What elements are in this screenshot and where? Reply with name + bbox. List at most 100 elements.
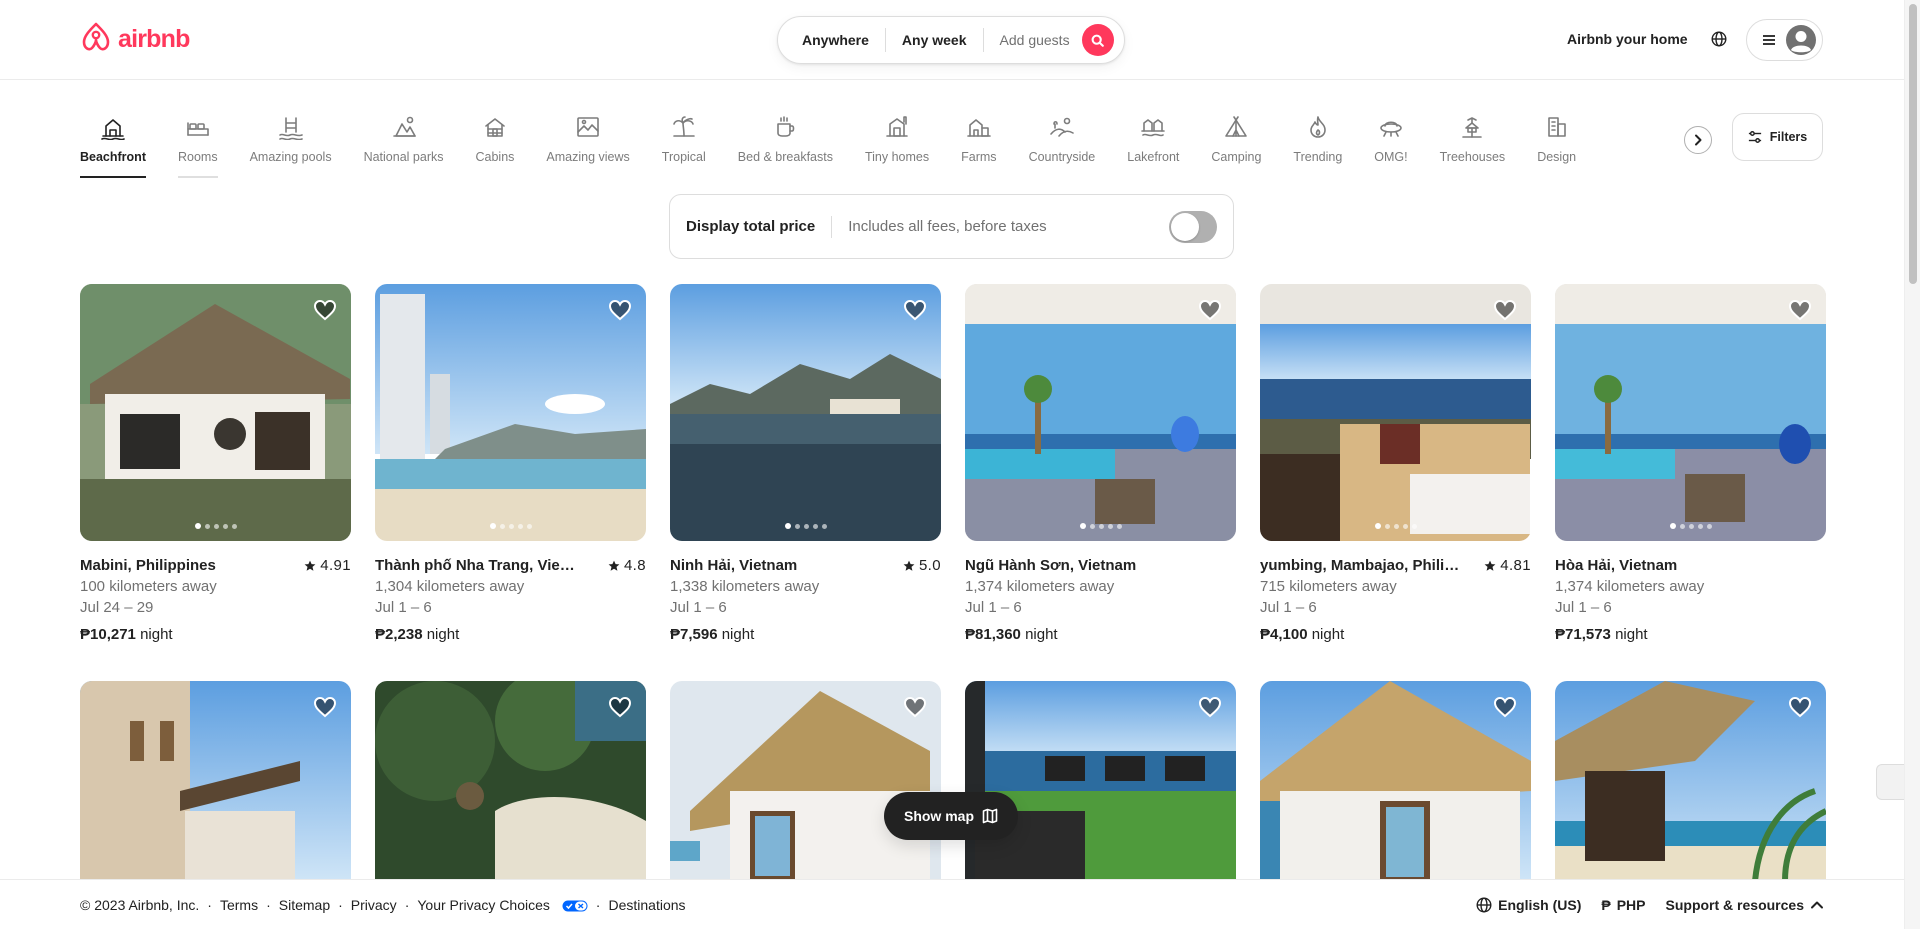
category-tab-amazing-pools[interactable]: Amazing pools xyxy=(250,110,332,178)
listing-price-unit: night xyxy=(1615,626,1648,643)
listing-image xyxy=(80,284,351,541)
footer-link-privacy-choices[interactable]: Your Privacy Choices xyxy=(417,897,588,913)
category-tab-national-parks[interactable]: National parks xyxy=(364,110,443,178)
category-tab-countryside[interactable]: Countryside xyxy=(1029,110,1095,178)
category-label: Tropical xyxy=(661,150,706,164)
category-tab-tropical[interactable]: Tropical xyxy=(662,110,706,178)
listing-distance: 1,304 kilometers away xyxy=(375,578,525,595)
airbnb-logo[interactable]: airbnb xyxy=(80,22,190,56)
language-button[interactable] xyxy=(1708,28,1730,50)
show-map-button[interactable]: Show map xyxy=(884,792,1018,840)
listing-photo[interactable] xyxy=(80,681,351,881)
heart-icon[interactable] xyxy=(1788,695,1812,719)
user-menu-button[interactable] xyxy=(1746,19,1823,61)
category-tab-farms[interactable]: Farms xyxy=(961,110,997,178)
listing-photo[interactable] xyxy=(965,681,1236,881)
total-price-toggle[interactable] xyxy=(1169,210,1217,243)
heart-icon[interactable] xyxy=(608,695,632,719)
category-tab-rooms[interactable]: Rooms xyxy=(177,110,218,178)
design-icon xyxy=(1547,117,1566,137)
category-tab-camping[interactable]: Camping xyxy=(1211,110,1261,178)
listing-photo[interactable] xyxy=(375,681,646,881)
footer-separator: · xyxy=(338,896,343,913)
listing-photo[interactable] xyxy=(1555,284,1826,541)
category-tab-cabins[interactable]: Cabins xyxy=(475,110,514,178)
category-tab-design[interactable]: Design xyxy=(1537,110,1576,178)
park-icon xyxy=(392,116,416,137)
listing-photo[interactable] xyxy=(1260,284,1531,541)
heart-icon[interactable] xyxy=(1788,298,1812,322)
heart-icon[interactable] xyxy=(313,298,337,322)
listing-card[interactable]: Mabini, Philippines 4.91 100 kilometers aw… xyxy=(80,284,351,645)
category-tab-trending[interactable]: Trending xyxy=(1293,110,1342,178)
search-bar[interactable]: Anywhere Any week Add guests xyxy=(777,16,1125,64)
listing-info: yumbing, Mambajao, Philippi... 4.81 715 ki… xyxy=(1260,555,1531,645)
footer-language-button[interactable]: English (US) xyxy=(1476,897,1581,913)
category-tab-beachfront[interactable]: Beachfront xyxy=(80,110,146,178)
search-any-week[interactable]: Any week xyxy=(886,32,983,48)
airbnb-your-home-link[interactable]: Airbnb your home xyxy=(1567,31,1688,47)
category-tab-treehouses[interactable]: Treehouses xyxy=(1440,110,1505,178)
footer-currency-button[interactable]: ₱ PHP xyxy=(1601,897,1645,913)
listing-info: Thành phố Nha Trang, Vietnam 4.8 1,304 kil… xyxy=(375,555,646,645)
listing-card[interactable]: Ninh Hải, Vietnam 5.0 1,338 kilometers awa… xyxy=(670,284,941,645)
category-tab-lakefront[interactable]: Lakefront xyxy=(1127,110,1179,178)
listing-card[interactable]: Thành phố Nha Trang, Vietnam 4.8 1,304 kil… xyxy=(375,284,646,645)
footer-link-terms[interactable]: Terms xyxy=(220,897,258,913)
listing-image xyxy=(670,284,941,541)
listing-image xyxy=(80,681,351,881)
lakefront-icon xyxy=(1141,119,1166,137)
footer-support-button[interactable]: Support & resources xyxy=(1666,897,1824,913)
heart-icon[interactable] xyxy=(1198,695,1222,719)
listing-card[interactable] xyxy=(1260,681,1531,881)
listing-card[interactable] xyxy=(965,681,1236,881)
search-anywhere[interactable]: Anywhere xyxy=(778,32,885,48)
airbnb-wordmark: airbnb xyxy=(118,24,190,53)
listing-info: Ninh Hải, Vietnam 5.0 1,338 kilometers awa… xyxy=(670,555,941,645)
page-scrollbar[interactable] xyxy=(1904,0,1920,929)
category-tab-amazing-views[interactable]: Amazing views xyxy=(546,110,630,178)
listing-card[interactable]: Ngũ Hành Sơn, Vietnam 1,374 kilometers aw… xyxy=(965,284,1236,645)
listing-rating: 4.8 xyxy=(608,555,646,576)
listing-photo[interactable] xyxy=(375,284,646,541)
category-tab-omg[interactable]: OMG! xyxy=(1374,110,1408,178)
listing-card[interactable] xyxy=(1555,681,1826,881)
category-tab-bed-breakfasts[interactable]: Bed & breakfasts xyxy=(738,110,833,178)
heart-icon[interactable] xyxy=(313,695,337,719)
listing-image xyxy=(375,284,646,541)
category-label: Beachfront xyxy=(80,150,146,164)
side-widget-tab[interactable] xyxy=(1876,764,1904,800)
tent-icon xyxy=(1225,116,1248,137)
listing-photo[interactable] xyxy=(80,284,351,541)
listing-card[interactable]: yumbing, Mambajao, Philippi... 4.81 715 ki… xyxy=(1260,284,1531,645)
footer-link-destinations[interactable]: Destinations xyxy=(608,897,685,913)
listing-photo[interactable] xyxy=(1555,681,1826,881)
heart-icon[interactable] xyxy=(903,298,927,322)
footer-link-sitemap[interactable]: Sitemap xyxy=(279,897,330,913)
listing-photo[interactable] xyxy=(670,284,941,541)
listing-price-unit: night xyxy=(1025,626,1058,643)
heart-icon[interactable] xyxy=(1198,298,1222,322)
search-button[interactable] xyxy=(1081,24,1114,56)
listing-photo[interactable] xyxy=(1260,681,1531,881)
heart-icon[interactable] xyxy=(1493,695,1517,719)
category-next-button[interactable] xyxy=(1684,126,1712,154)
listing-card[interactable] xyxy=(670,681,941,881)
listing-card[interactable] xyxy=(375,681,646,881)
listing-card[interactable] xyxy=(80,681,351,881)
heart-icon[interactable] xyxy=(903,695,927,719)
scrollbar-thumb[interactable] xyxy=(1909,4,1917,284)
filters-button[interactable]: Filters xyxy=(1732,113,1823,161)
listing-image xyxy=(965,681,1236,881)
listing-image xyxy=(670,681,941,881)
heart-icon[interactable] xyxy=(608,298,632,322)
listing-card[interactable]: Hòa Hải, Vietnam 1,374 kilometers away Jul… xyxy=(1555,284,1826,645)
category-label: Amazing views xyxy=(546,150,630,164)
footer-link-privacy[interactable]: Privacy xyxy=(351,897,397,913)
listing-photo[interactable] xyxy=(965,284,1236,541)
search-add-guests[interactable]: Add guests xyxy=(984,32,1080,48)
listing-price-unit: night xyxy=(721,626,755,643)
listing-photo[interactable] xyxy=(670,681,941,881)
heart-icon[interactable] xyxy=(1493,298,1517,322)
category-tab-tiny-homes[interactable]: Tiny homes xyxy=(865,110,929,178)
